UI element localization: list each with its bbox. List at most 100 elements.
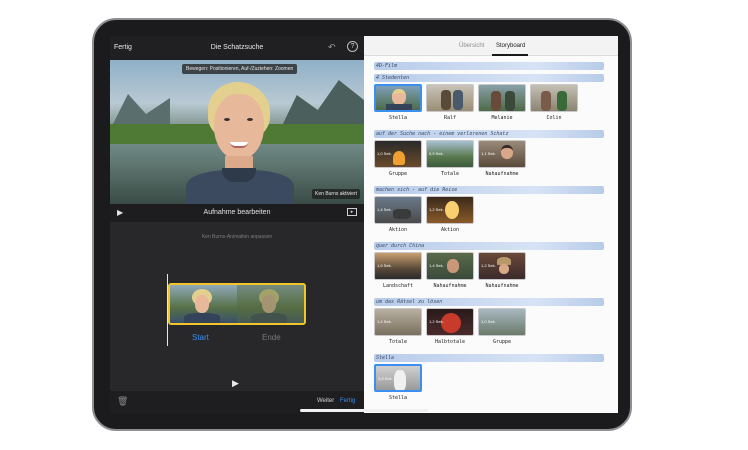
section-label: machen sich - auf die Reise <box>376 187 458 193</box>
storyboard-clip[interactable]: 1,4 Sek. <box>426 252 474 280</box>
undo-icon[interactable]: ↶ <box>328 42 336 53</box>
storyboard-clip[interactable]: 1,2 Sek. <box>478 252 526 280</box>
control-bar: ▶ Aufnahme bearbeiten ▸ <box>110 204 364 222</box>
section-label: um das Rätsel zu lösen <box>376 299 443 305</box>
clip-label: Nahaufnahme <box>485 171 519 177</box>
ken-burns-subtitle: Ken Burns-Animation anpassen <box>201 234 273 240</box>
clip-thumbnail <box>491 91 501 111</box>
start-frame-shirt <box>184 313 220 323</box>
tab-storyboard[interactable]: Storyboard <box>496 43 525 49</box>
screen: Fertig Die Schatzsuche ↶ ? Bewegen: Posi… <box>110 36 618 413</box>
storyboard-clip[interactable] <box>530 84 578 112</box>
finish-button[interactable]: Fertig <box>340 398 355 404</box>
ken-burns-clip[interactable] <box>168 283 306 325</box>
ken-burns-tag: Ken Burns aktiviert <box>312 189 360 199</box>
clip-label: Totale <box>388 339 408 345</box>
clip-duration: 1,2 Sek. <box>481 263 496 268</box>
clip-thumbnail <box>386 104 412 110</box>
clip-label: Halbtotale <box>434 339 466 345</box>
storyboard-clip[interactable]: 1,6 Sek. <box>374 252 422 280</box>
storyboard-pane: Übersicht Storyboard 4D-Film 4 Stedenten… <box>364 36 618 413</box>
end-frame[interactable] <box>237 285 304 323</box>
home-indicator[interactable] <box>300 409 428 412</box>
clip-label: Ralf <box>443 115 457 121</box>
storyboard-clip[interactable] <box>478 84 526 112</box>
section-label: quer durch China <box>376 243 425 249</box>
section-bar[interactable] <box>374 62 604 70</box>
start-frame[interactable] <box>170 285 237 323</box>
pane-tabs: Übersicht Storyboard <box>364 36 618 56</box>
storyboard-clip[interactable] <box>374 84 422 112</box>
clip-duration: 1,6 Sek. <box>377 263 392 268</box>
clip-label: Gruppe <box>492 339 512 345</box>
clip-thumbnail <box>501 145 513 159</box>
trash-icon[interactable]: 🗑 <box>117 396 128 407</box>
clip-label: Aktion <box>440 227 460 233</box>
start-button[interactable]: Start <box>192 333 209 342</box>
help-icon[interactable]: ? <box>347 41 358 52</box>
storyboard-clip[interactable]: 3,6 Sek. <box>374 364 422 392</box>
clip-duration: 1,4 Sek. <box>377 207 392 212</box>
fullscreen-icon[interactable]: ▸ <box>347 208 357 216</box>
storyboard-clip[interactable]: 1,0 Sek. <box>374 140 422 168</box>
clip-thumbnail <box>393 209 411 219</box>
end-frame-shirt <box>251 313 287 323</box>
section-bar[interactable] <box>374 354 604 362</box>
end-frame-face <box>262 295 276 313</box>
storyboard-clip[interactable]: 1,4 Sek. <box>374 196 422 224</box>
clip-duration: 1,2 Sek. <box>429 319 444 324</box>
project-title: Die Schatzsuche <box>210 44 264 51</box>
clip-duration: 1,4 Sek. <box>377 319 392 324</box>
clip-thumbnail <box>441 313 461 333</box>
storyboard-clip[interactable]: 1,2 Sek. <box>426 196 474 224</box>
person-face <box>214 94 264 160</box>
control-title: Aufnahme bearbeiten <box>203 209 271 216</box>
clip-label: Colin <box>546 115 562 121</box>
ipad-device: Fertig Die Schatzsuche ↶ ? Bewegen: Posi… <box>92 18 632 431</box>
start-frame-face <box>195 295 209 313</box>
clip-thumbnail <box>505 91 515 111</box>
storyboard-clip[interactable]: 1,1 Sek. <box>478 140 526 168</box>
edit-topbar: Fertig Die Schatzsuche ↶ ? <box>110 36 364 60</box>
storyboard-clip[interactable]: 1,4 Sek. <box>374 308 422 336</box>
clip-label: Totale <box>440 171 460 177</box>
clip-duration: 0,9 Sek. <box>429 151 444 156</box>
next-button[interactable]: Weiter <box>317 398 334 404</box>
clip-label: Aktion <box>388 227 408 233</box>
clip-label: Gruppe <box>388 171 408 177</box>
clip-label: Nahaufnahme <box>485 283 519 289</box>
storyboard-clip[interactable]: 1,0 Sek. <box>478 308 526 336</box>
section-label: 4 Stedenten <box>376 75 410 81</box>
tab-overview[interactable]: Übersicht <box>459 43 484 49</box>
clip-duration: 1,0 Sek. <box>481 319 496 324</box>
section-label: auf der Suche nach - einem verlorenen Sc… <box>376 131 509 137</box>
clip-thumbnail <box>447 259 459 273</box>
clip-thumbnail <box>499 264 509 274</box>
clip-thumbnail <box>393 151 405 165</box>
tab-underline <box>492 54 528 56</box>
clip-duration: 1,2 Sek. <box>429 207 444 212</box>
end-button[interactable]: Ende <box>262 333 281 342</box>
clip-label: Stella <box>388 395 408 401</box>
storyboard-clip[interactable]: 0,9 Sek. <box>426 140 474 168</box>
clip-label: Stella <box>388 115 408 121</box>
clip-thumbnail <box>392 89 406 105</box>
section-label: 4D-Film <box>376 63 398 69</box>
section-label: Stella <box>376 355 395 361</box>
clip-duration: 1,1 Sek. <box>481 151 496 156</box>
eye-left <box>224 118 230 121</box>
eye-right <box>247 118 253 121</box>
clip-label: Nahaufnahme <box>433 283 467 289</box>
clip-thumbnail <box>441 90 451 110</box>
clip-duration: 3,6 Sek. <box>378 376 393 381</box>
clip-duration: 1,4 Sek. <box>429 263 444 268</box>
clip-label: Landschaft <box>382 283 414 289</box>
storyboard-clip[interactable]: 1,2 Sek. <box>426 308 474 336</box>
clip-thumbnail <box>557 91 567 111</box>
clip-thumbnail <box>394 370 406 390</box>
clip-label: Melanie <box>491 115 513 121</box>
clip-duration: 1,0 Sek. <box>377 151 392 156</box>
video-preview[interactable]: Bewegen: Positionieren, Auf-/Zuziehen: Z… <box>110 60 364 204</box>
storyboard-clip[interactable] <box>426 84 474 112</box>
timeline-play-icon[interactable]: ▶ <box>232 378 239 389</box>
